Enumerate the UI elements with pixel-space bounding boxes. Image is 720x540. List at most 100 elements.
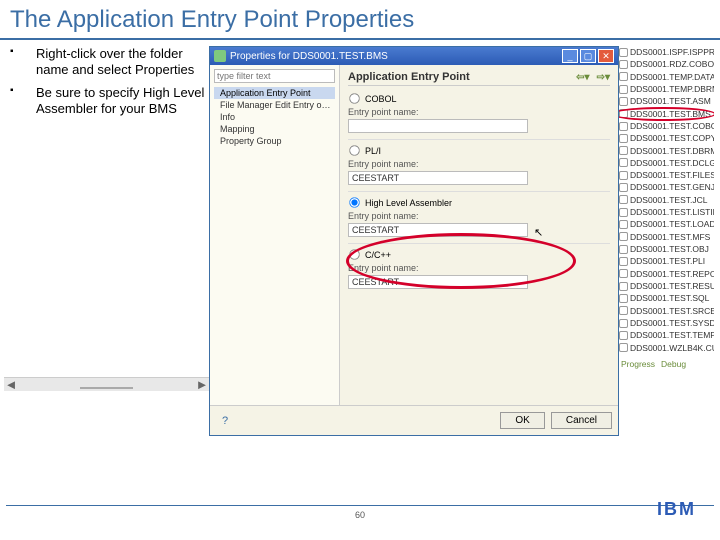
dataset-label: DDS0001.TEST.SRCE [630,305,714,317]
dataset-item[interactable]: DDS0001.ISPF.ISPPROF [619,46,714,58]
dataset-item[interactable]: DDS0001.TEMP.DBRM [619,83,714,95]
tree-item-file-manager[interactable]: File Manager Edit Entry options [214,99,335,111]
ok-button[interactable]: OK [500,412,544,429]
dataset-item[interactable]: DDS0001.TEST.ASM [619,95,714,107]
dataset-item[interactable]: DDS0001.TEMP.DATA [619,71,714,83]
radio-hla[interactable] [349,197,359,207]
dataset-item[interactable]: DDS0001.TEST.JCL [619,194,714,206]
radio-pli-label: PL/I [365,146,381,156]
bullet-icon: ▪ [10,85,20,118]
bullet-text: Be sure to specify High Level Assembler … [36,85,209,118]
tree-item-property-group[interactable]: Property Group [214,135,335,147]
dataset-list: DDS0001.ISPF.ISPPROFDDS0001.RDZ.COBOLDDS… [619,46,714,436]
dataset-label: DDS0001.TEST.SYSDEBUG [630,317,714,329]
dataset-cylinder-icon [619,195,628,204]
dataset-label: DDS0001.TEST.PLI [630,255,705,267]
slide-title: The Application Entry Point Properties [0,0,720,40]
radio-cpp[interactable] [349,249,359,259]
maximize-button[interactable]: ▢ [580,49,596,63]
help-icon[interactable]: ? [216,415,228,427]
dataset-label: DDS0001.TEST.FILES [630,169,714,181]
tree-item-info[interactable]: Info [214,111,335,123]
back-icon[interactable]: ⇦▾ [576,72,589,83]
dataset-cylinder-icon [619,294,628,303]
dataset-label: DDS0001.TEMP.DBRM [630,83,714,95]
dataset-label: DDS0001.ISPF.ISPPROF [630,46,714,58]
forward-icon[interactable]: ⇨▾ [597,72,610,83]
minimize-button[interactable]: _ [562,49,578,63]
dataset-cylinder-icon [619,257,628,266]
dataset-item[interactable]: DDS0001.TEST.PLI [619,255,714,267]
dataset-item[interactable]: DDS0001.TEST.REPOSITORY [619,268,714,280]
dataset-cylinder-icon [619,109,628,118]
dataset-cylinder-icon [619,269,628,278]
bullet-text: Right-click over the folder name and sel… [36,46,209,79]
dataset-item[interactable]: DDS0001.TEST.MFS [619,231,714,243]
radio-cobol[interactable] [349,93,359,103]
dataset-item[interactable]: DDS0001.TEST.LISTING [619,206,714,218]
page-number: 60 [355,510,365,520]
dataset-label: DDS0001.RDZ.COBOL [630,58,714,70]
dataset-item[interactable]: DDS0001.TEST.BMS [619,108,714,120]
dialog-icon [214,50,226,62]
tab-debug[interactable]: Debug [661,358,686,370]
dataset-cylinder-icon [619,146,628,155]
filter-input[interactable] [214,69,335,83]
dataset-cylinder-icon [619,97,628,106]
dialog-content-pane: Application Entry Point ⇦▾ ⇨▾ COBOL Entr… [340,65,618,405]
dataset-item[interactable]: DDS0001.TEST.OBJ [619,243,714,255]
radio-pli[interactable] [349,145,359,155]
entry-hla-input[interactable] [348,223,528,237]
dataset-cylinder-icon [619,60,628,69]
dataset-item[interactable]: DDS0001.TEST.SRCE [619,305,714,317]
tab-progress[interactable]: Progress [621,358,655,370]
dataset-item[interactable]: DDS0001.TEST.DBRM [619,145,714,157]
tree-item-app-entry-point[interactable]: Application Entry Point [214,87,335,99]
scroll-thumb[interactable] [80,387,133,389]
properties-dialog: Properties for DDS0001.TEST.BMS _ ▢ ✕ Ap… [209,46,619,436]
instruction-bullets: ▪ Right-click over the folder name and s… [4,46,209,436]
dataset-cylinder-icon [619,232,628,241]
tree-item-mapping[interactable]: Mapping [214,123,335,135]
entry-pli-input[interactable] [348,171,528,185]
dataset-item[interactable]: DDS0001.TEST.SQL [619,292,714,304]
entry-cpp-input[interactable] [348,275,528,289]
dataset-label: DDS0001.TEST.GENJCL [630,181,714,193]
dataset-cylinder-icon [619,306,628,315]
dialog-titlebar[interactable]: Properties for DDS0001.TEST.BMS _ ▢ ✕ [210,47,618,65]
dataset-label: DDS0001.TEST.JCL [630,194,707,206]
dataset-item[interactable]: DDS0001.TEST.DCLGEN [619,157,714,169]
dataset-item[interactable]: DDS0001.TEST.RESULTS [619,280,714,292]
dataset-item[interactable]: DDS0001.WZLB4K.CUST [619,342,714,354]
footer-rule [6,505,714,506]
dataset-label: DDS0001.TEST.LOAD [630,218,714,230]
dataset-item[interactable]: DDS0001.TEST.FILES [619,169,714,181]
dataset-item[interactable]: DDS0001.TEST.GENJCL [619,181,714,193]
scroll-left-icon[interactable]: ◄ [4,377,18,392]
dialog-tree-pane: Application Entry Point File Manager Edi… [210,65,340,405]
dataset-item[interactable]: DDS0001.TEST.TEMPLATE [619,329,714,341]
dataset-item[interactable]: DDS0001.TEST.LOAD [619,218,714,230]
entry-label: Entry point name: [348,107,610,117]
close-button[interactable]: ✕ [598,49,614,63]
dataset-label: DDS0001.TEST.LISTING [630,206,714,218]
dataset-item[interactable]: DDS0001.TEST.SYSDEBUG [619,317,714,329]
cancel-button[interactable]: Cancel [551,412,612,429]
dataset-cylinder-icon [619,245,628,254]
radio-hla-label: High Level Assembler [365,198,452,208]
dataset-item[interactable]: DDS0001.RDZ.COBOL [619,58,714,70]
bullet-icon: ▪ [10,46,20,79]
dataset-label: DDS0001.TEST.REPOSITORY [630,268,714,280]
dataset-item[interactable]: DDS0001.TEST.COBOL [619,120,714,132]
radio-cobol-label: COBOL [365,94,397,104]
dataset-cylinder-icon [619,343,628,352]
dataset-cylinder-icon [619,122,628,131]
dataset-label: DDS0001.TEST.COBOL [630,120,714,132]
horizontal-scrollbar[interactable]: ◄ ► [4,377,209,391]
entry-cobol-input[interactable] [348,119,528,133]
dataset-label: DDS0001.WZLB4K.CUST [630,342,714,354]
dataset-cylinder-icon [619,282,628,291]
dataset-cylinder-icon [619,158,628,167]
dataset-item[interactable]: DDS0001.TEST.COPYLIB [619,132,714,144]
scroll-right-icon[interactable]: ► [195,377,209,392]
